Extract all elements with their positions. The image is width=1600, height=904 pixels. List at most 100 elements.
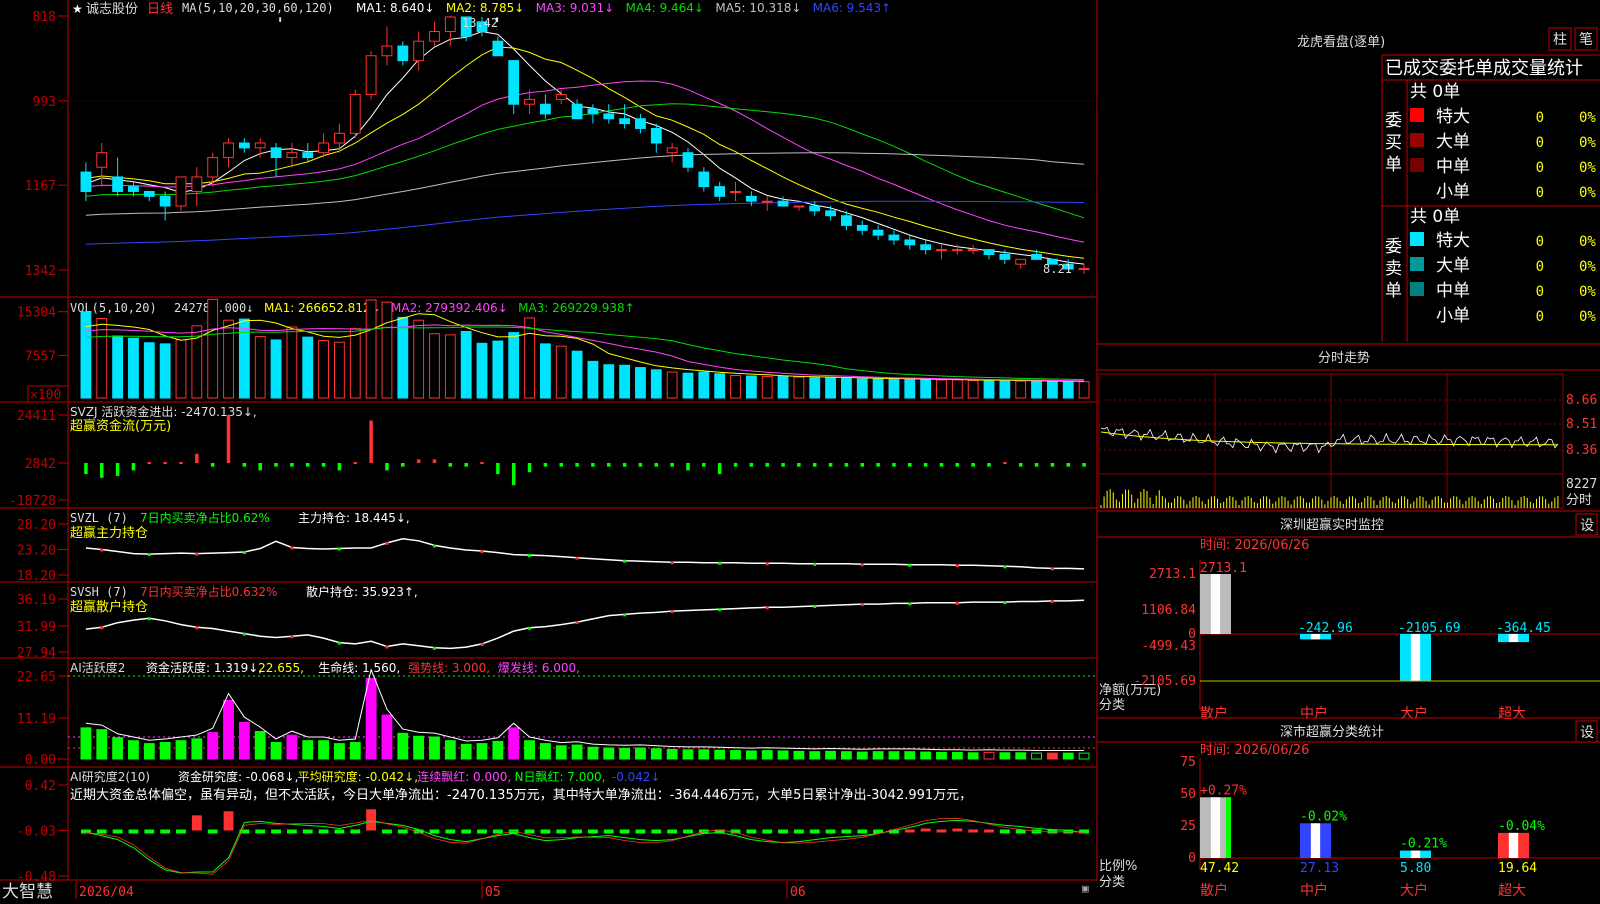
- star-icon[interactable]: ★: [72, 2, 83, 16]
- vol-bar: [96, 318, 108, 399]
- candle-body: [983, 249, 995, 255]
- y-tick-label: 27.94: [17, 646, 56, 661]
- ai2-bar: [223, 811, 234, 831]
- monitor-unit: 净额(万元): [1099, 683, 1161, 698]
- value-item: N日飘红: 7.000,: [514, 769, 605, 784]
- ai1-bar: [223, 699, 234, 760]
- ai1-bar: [999, 752, 1011, 760]
- vol-bar: [444, 334, 456, 399]
- svzj-bar: [844, 463, 849, 467]
- updown-arrow-icon[interactable]: ⬍: [494, 15, 500, 26]
- ai2-bar: [968, 829, 979, 833]
- ai2-bar: [302, 829, 313, 834]
- monitor-category: 超大: [1498, 706, 1526, 722]
- vol-bar: [904, 378, 916, 399]
- y-tick-label: 18.20: [17, 569, 56, 584]
- ai2-bar: [635, 829, 646, 834]
- legend-swatch: [1410, 257, 1424, 271]
- holding-dot: [718, 608, 722, 612]
- svzj-bar: [527, 463, 532, 473]
- updown-arrow-icon[interactable]: ⬍: [277, 15, 283, 26]
- candle-body: [128, 186, 139, 192]
- vol-bar: [809, 377, 821, 399]
- ai2-bar: [318, 829, 329, 834]
- y-tick-label: 24411: [17, 409, 56, 424]
- svsh-ratio: 7日内买卖净占比0.632%: [140, 584, 277, 599]
- svzj-subtitle: 超赢资金流(万元): [70, 418, 171, 434]
- vol-bar: [476, 342, 488, 399]
- vol-ma-values: MA1: 266652.812↓ MA2: 279392.406↓ MA3: 269…: [264, 301, 635, 315]
- svzj-bar: [1066, 463, 1071, 467]
- classify-bar-edge: [1226, 797, 1231, 858]
- svzj-bar: [179, 462, 183, 464]
- y-tick-label: -18728: [9, 494, 56, 509]
- ai2-title: AI研究度2(10): [70, 769, 150, 784]
- classify-y-label: 75: [1180, 755, 1196, 770]
- ai1-bar: [444, 740, 456, 760]
- ai2-bar: [904, 829, 915, 833]
- ai2-bar: [651, 829, 662, 834]
- holding-dot: [528, 554, 532, 558]
- vertical-char: 买: [1385, 133, 1402, 153]
- row-name: 小单: [1436, 306, 1470, 326]
- ai2-bar: [667, 829, 678, 834]
- monitor-y-label: 2713.1: [1149, 567, 1196, 582]
- ai2-bar: [445, 829, 456, 834]
- ma-header: MA(5,10,20,30,60,120): [182, 1, 334, 15]
- holding-dot: [432, 646, 436, 650]
- monitor-title: 深圳超赢实时监控: [1280, 517, 1384, 533]
- value-item: MA3: 9.031↓: [536, 1, 614, 15]
- candle-body: [349, 94, 361, 134]
- row-pct: 0%: [1579, 284, 1596, 300]
- ai1-bar: [476, 743, 488, 760]
- ai2-bar: [572, 829, 582, 834]
- value-item: MA5: 10.318↓: [715, 1, 801, 15]
- classify-unit: 比例%: [1099, 859, 1137, 874]
- vol-bar: [682, 372, 694, 399]
- vol-bar: [1078, 381, 1090, 399]
- ai2-bar: [952, 828, 963, 832]
- candle-body: [730, 190, 741, 193]
- ai1-values: 资金活跃度: 1.319↓,22.655, 生命线: 1.560, 强势线: 3.0…: [146, 660, 580, 675]
- svzl-title: SVZL (7): [70, 511, 128, 525]
- ai1-bar: [635, 747, 646, 760]
- holding-dot: [100, 626, 104, 630]
- ai2-bar: [334, 829, 345, 834]
- candle-body: [682, 152, 694, 168]
- period-label[interactable]: 日线: [147, 2, 173, 17]
- svsh-holding: 散户持仓: 35.923↑,: [306, 584, 418, 599]
- svzj-bar: [733, 463, 738, 467]
- vol-bar: [365, 299, 377, 399]
- ai2-bar: [603, 829, 614, 834]
- classify-time: 时间: 2026/06/26: [1200, 743, 1309, 758]
- candle-body: [571, 103, 583, 120]
- value-item: 22.655,: [258, 661, 304, 675]
- holding-dot: [337, 547, 341, 551]
- legend-swatch: [1410, 232, 1424, 246]
- ai2-bar: [382, 829, 392, 834]
- candle-body: [80, 171, 92, 192]
- svzj-bar: [131, 463, 136, 471]
- ai1-bar: [143, 743, 155, 760]
- ai2-bar: [191, 815, 202, 831]
- svzl-holding: 主力持仓: 18.445↓,: [298, 510, 410, 525]
- ai1-bar: [128, 740, 139, 760]
- lock-icon[interactable]: ▣: [1082, 882, 1089, 895]
- y-tick-label: 993: [33, 95, 56, 110]
- candle-body: [175, 176, 187, 207]
- classify-bar-highlight: [1508, 832, 1519, 858]
- ai1-bar: [381, 714, 393, 760]
- vol-bar: [318, 340, 329, 399]
- vol-bar: [920, 378, 932, 399]
- svzj-bar: [781, 463, 785, 467]
- legend-swatch: [1410, 282, 1424, 296]
- ai2-bar: [112, 829, 123, 834]
- ai1-bar: [254, 731, 266, 760]
- holding-dot: [765, 606, 769, 610]
- ai2-bar: [683, 829, 693, 834]
- candle-body: [539, 103, 551, 115]
- monitor-y-label: -499.43: [1141, 639, 1196, 654]
- holding-dot: [480, 550, 484, 554]
- ai2-comment: 近期大资金总体偏空，虽有异动，但不太活跃，今日大单净流出：-2470.135万元…: [70, 787, 972, 803]
- candle-body: [745, 195, 757, 202]
